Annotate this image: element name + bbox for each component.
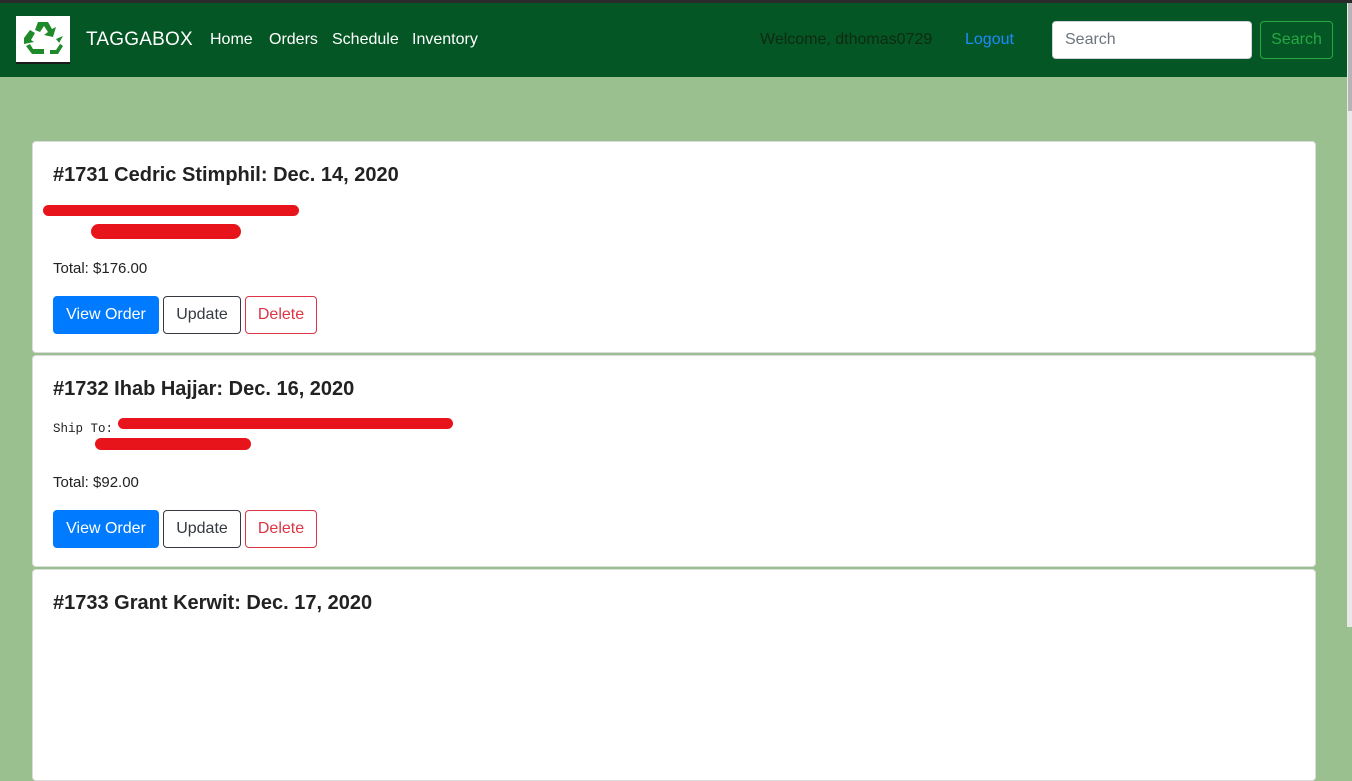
redaction-mark bbox=[95, 438, 251, 450]
order-card: #1733 Grant Kerwit: Dec. 17, 2020 bbox=[32, 569, 1316, 781]
nav-home[interactable]: Home bbox=[210, 31, 253, 49]
order-card: #1732 Ihab Hajjar: Dec. 16, 2020 Ship To… bbox=[32, 355, 1316, 567]
ship-to-address: Ship To: bbox=[53, 422, 114, 436]
view-order-button[interactable]: View Order bbox=[53, 510, 159, 548]
brand-name[interactable]: TAGGABOX bbox=[86, 29, 193, 51]
redaction-mark bbox=[43, 205, 299, 216]
update-button[interactable]: Update bbox=[163, 296, 241, 334]
redaction-mark bbox=[118, 418, 453, 429]
delete-button[interactable]: Delete bbox=[245, 510, 317, 548]
redaction-mark bbox=[91, 224, 241, 239]
search-button[interactable]: Search bbox=[1260, 21, 1333, 59]
delete-button[interactable]: Delete bbox=[245, 296, 317, 334]
nav-orders[interactable]: Orders bbox=[269, 31, 318, 49]
navbar: TAGGABOX Home Orders Schedule Inventory … bbox=[0, 3, 1347, 77]
view-order-button[interactable]: View Order bbox=[53, 296, 159, 334]
nav-inventory[interactable]: Inventory bbox=[412, 31, 478, 49]
order-total: Total: $176.00 bbox=[53, 260, 148, 277]
recycle-icon[interactable] bbox=[16, 16, 70, 64]
nav-schedule[interactable]: Schedule bbox=[332, 31, 399, 49]
update-button[interactable]: Update bbox=[163, 510, 241, 548]
order-title: #1731 Cedric Stimphil: Dec. 14, 2020 bbox=[53, 164, 399, 186]
order-title: #1733 Grant Kerwit: Dec. 17, 2020 bbox=[53, 592, 373, 614]
welcome-text: Welcome, dthomas0729 bbox=[760, 31, 933, 48]
order-card: #1731 Cedric Stimphil: Dec. 14, 2020 Tot… bbox=[32, 141, 1316, 353]
order-total: Total: $92.00 bbox=[53, 474, 139, 491]
logout-link[interactable]: Logout bbox=[965, 31, 1014, 49]
scrollbar-thumb[interactable] bbox=[1348, 3, 1352, 111]
order-title: #1732 Ihab Hajjar: Dec. 16, 2020 bbox=[53, 378, 355, 400]
search-input[interactable] bbox=[1052, 21, 1252, 59]
